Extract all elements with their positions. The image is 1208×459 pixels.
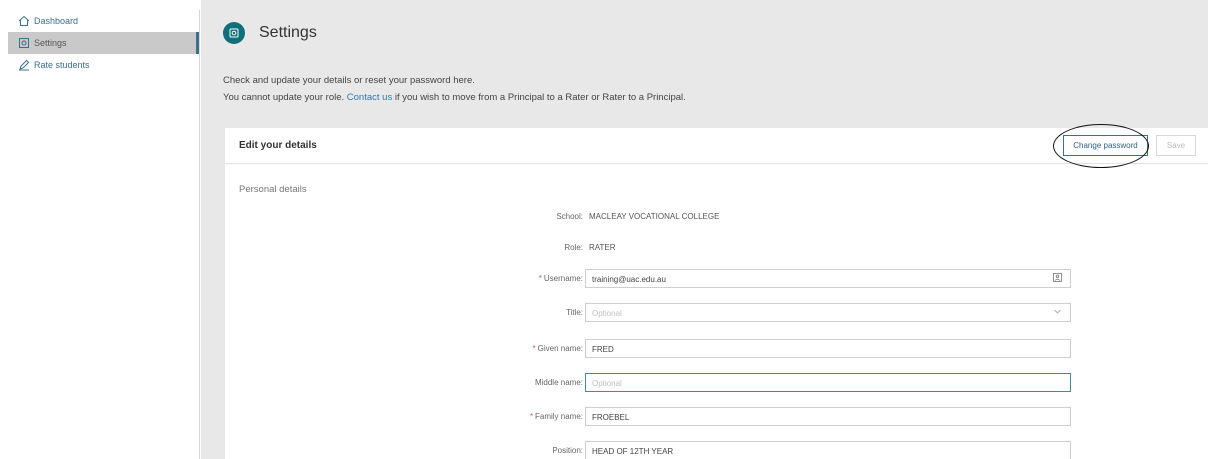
username-label: * Username: bbox=[538, 274, 583, 283]
username-value: training@uac.edu.au bbox=[592, 275, 666, 284]
edit-details-card: Edit your details Change password Save P… bbox=[225, 124, 1208, 459]
main-content: Settings Check and update your details o… bbox=[201, 0, 1208, 459]
role-label: Role: bbox=[564, 243, 583, 252]
chevron-down-icon bbox=[1053, 307, 1062, 318]
card-header: Edit your details Change password Save bbox=[225, 124, 1208, 168]
sidebar-item-rate-students[interactable]: Rate students bbox=[8, 54, 199, 76]
title-placeholder: Optional bbox=[592, 309, 622, 318]
position-value: HEAD OF 12TH YEAR bbox=[592, 447, 674, 456]
contact-card-icon bbox=[1053, 273, 1062, 284]
pencil-icon bbox=[17, 58, 31, 72]
intro-line-1: Check and update your details or reset y… bbox=[223, 75, 475, 86]
intro-text-before: You cannot update your role. bbox=[223, 92, 345, 103]
school-row: School: MACLEAY VOCATIONAL COLLEGE bbox=[225, 207, 1208, 229]
sidebar-item-label: Rate students bbox=[34, 60, 90, 70]
title-row: Title: Optional bbox=[225, 303, 1208, 325]
given-name-field[interactable]: FRED bbox=[585, 339, 1071, 358]
school-value: MACLEAY VOCATIONAL COLLEGE bbox=[589, 212, 720, 221]
middle-name-label: Middle name: bbox=[534, 378, 583, 387]
family-name-row: * Family name: FROEBEL bbox=[225, 407, 1208, 429]
given-name-row: * Given name: FRED bbox=[225, 339, 1208, 361]
page-header: Settings bbox=[223, 22, 317, 44]
username-field[interactable]: training@uac.edu.au bbox=[585, 269, 1071, 288]
role-value: RATER bbox=[589, 243, 616, 252]
given-name-label: * Given name: bbox=[532, 344, 583, 353]
card-title: Edit your details bbox=[239, 140, 317, 151]
title-select[interactable]: Optional bbox=[585, 303, 1071, 322]
middle-name-row: Middle name: Optional bbox=[225, 373, 1208, 395]
position-row: Position: HEAD OF 12TH YEAR bbox=[225, 441, 1208, 459]
required-marker: * bbox=[532, 344, 536, 353]
home-icon bbox=[17, 14, 31, 28]
sidebar-item-dashboard[interactable]: Dashboard bbox=[8, 10, 199, 32]
gear-icon bbox=[17, 36, 31, 50]
given-name-value: FRED bbox=[592, 345, 614, 354]
school-label: School: bbox=[556, 212, 583, 221]
username-row: * Username: training@uac.edu.au bbox=[225, 269, 1208, 291]
family-name-value: FROEBEL bbox=[592, 413, 630, 422]
sidebar-item-settings[interactable]: Settings bbox=[8, 32, 199, 54]
middle-name-field[interactable]: Optional bbox=[585, 373, 1071, 392]
required-marker: * bbox=[529, 412, 533, 421]
position-field[interactable]: HEAD OF 12TH YEAR bbox=[585, 441, 1071, 459]
intro-line-2: You cannot update your role. Contact us … bbox=[223, 89, 686, 106]
family-name-label: * Family name: bbox=[529, 412, 583, 421]
sidebar: Dashboard Settings Rate students bbox=[8, 10, 200, 459]
middle-name-placeholder: Optional bbox=[592, 379, 622, 388]
title-label: Title: bbox=[565, 308, 583, 317]
contact-us-link[interactable]: Contact us bbox=[347, 92, 392, 103]
gear-icon bbox=[223, 22, 245, 44]
position-label: Position: bbox=[552, 446, 583, 455]
family-name-field[interactable]: FROEBEL bbox=[585, 407, 1071, 426]
change-password-button[interactable]: Change password bbox=[1063, 135, 1148, 156]
save-button[interactable]: Save bbox=[1156, 135, 1196, 156]
required-marker: * bbox=[538, 274, 542, 283]
sidebar-item-label: Dashboard bbox=[34, 16, 79, 26]
role-row: Role: RATER bbox=[225, 238, 1208, 260]
page-title: Settings bbox=[259, 24, 317, 41]
intro-text-after: if you wish to move from a Principal to … bbox=[394, 92, 686, 103]
sidebar-item-label: Settings bbox=[34, 38, 67, 48]
intro-text: Check and update your details or reset y… bbox=[223, 72, 686, 106]
section-title: Personal details bbox=[239, 184, 307, 195]
